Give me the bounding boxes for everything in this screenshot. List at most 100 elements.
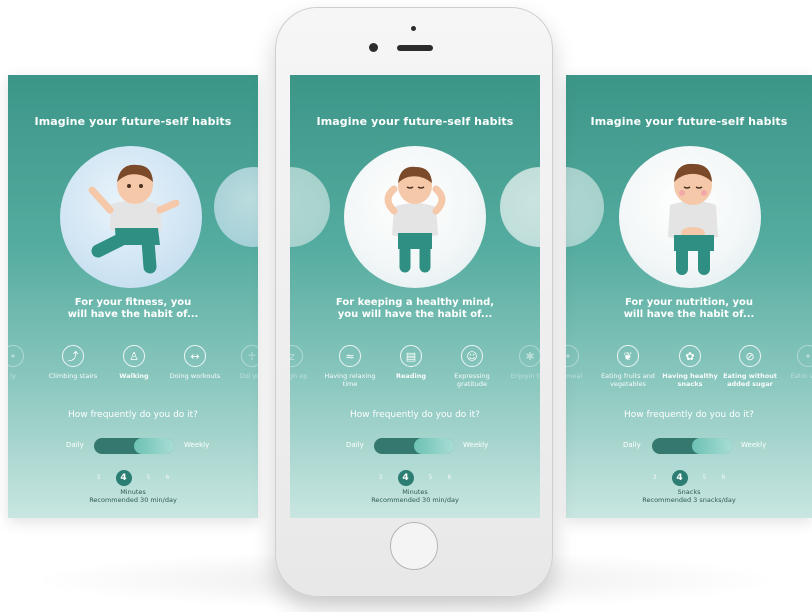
habit-item[interactable]: • ly (8, 345, 43, 380)
unit-block: Minutes Recommended 30 min/day (290, 488, 540, 504)
amount-picker[interactable]: 3 4 5 6 (8, 467, 258, 486)
frequency-question: How frequently do you do it? (624, 410, 754, 420)
stage: Imagine your future-self habits For your… (0, 0, 812, 612)
habit-item[interactable]: ☥ Doi yog (222, 345, 258, 380)
partial-icon: • (8, 345, 24, 367)
toggle-knob[interactable] (692, 438, 732, 454)
frequency-toggle-row: Daily Weekly (290, 438, 540, 454)
amount-selected[interactable]: 4 (115, 469, 132, 486)
subtitle-line-1: For your fitness, you (74, 297, 192, 308)
screen-subtitle: For your fitness, you will have the habi… (8, 297, 258, 321)
fruit-icon: ❦ (617, 345, 639, 367)
frequency-toggle-row: Daily Weekly (8, 438, 258, 454)
avatar-circle-next[interactable] (214, 167, 258, 247)
daily-label: Daily (623, 441, 641, 449)
frequency-toggle-row: Daily Weekly (566, 438, 812, 454)
screen-title: Imagine your future-self habits (316, 115, 514, 128)
amount-selected[interactable]: 4 (397, 469, 414, 486)
frequency-question: How frequently do you do it? (68, 410, 198, 420)
amount-option[interactable]: 6 (166, 474, 170, 481)
daily-label: Daily (346, 441, 364, 449)
weekly-label: Weekly (184, 441, 210, 449)
habit-item-selected[interactable]: ▤ Reading (381, 345, 441, 380)
screen-title: Imagine your future-self habits (34, 115, 232, 128)
amount-option[interactable]: 5 (147, 474, 151, 481)
avatar-illustration-mind (384, 166, 446, 273)
frequency-toggle[interactable] (652, 438, 732, 454)
subtitle-line-1: For keeping a healthy mind, (335, 297, 495, 308)
screen-subtitle: For your nutrition, you will have the ha… (566, 297, 812, 321)
yoga-icon: ☥ (241, 345, 258, 367)
habit-carousel: • g a meal ❦ Eating fruits and vegetable… (566, 345, 812, 405)
frequency-question: How frequently do you do it? (350, 410, 480, 420)
avatar-circle-prev[interactable] (290, 167, 330, 247)
stairs-icon: ⤴ (62, 345, 84, 367)
unit-label: Minutes (120, 488, 146, 496)
amount-option[interactable]: 5 (703, 474, 707, 481)
no-sugar-icon: ⊘ (739, 345, 761, 367)
frequency-toggle[interactable] (94, 438, 174, 454)
avatar-circle-next[interactable] (500, 167, 540, 247)
subtitle-line-1: For your nutrition, you (625, 297, 753, 308)
frequency-toggle[interactable] (374, 438, 454, 454)
veg-icon: • (797, 345, 812, 367)
screen-title: Imagine your future-self habits (590, 115, 788, 128)
screen-fitness: Imagine your future-self habits For your… (8, 75, 258, 518)
habit-item[interactable]: • Eatin vege (778, 345, 812, 380)
habit-item[interactable]: ≈ Having relaxing time (320, 345, 380, 388)
avatar-illustration-fitness (88, 164, 180, 274)
screen-healthy-mind: Imagine your future-self habits For keep… (290, 75, 540, 518)
recommended-text: Recommended 30 min/day (371, 496, 459, 504)
habit-item[interactable]: ✱ Enjoyin thin (500, 345, 540, 380)
walking-icon: ♙ (123, 345, 145, 367)
gratitude-icon: ☺ (461, 345, 483, 367)
amount-picker[interactable]: 3 4 5 6 (566, 467, 812, 486)
meal-icon: • (566, 345, 579, 367)
phone-sensor (411, 26, 416, 31)
relax-icon: ≈ (339, 345, 361, 367)
avatar-circle-prev[interactable] (566, 167, 604, 247)
amount-selected[interactable]: 4 (671, 469, 688, 486)
amount-option[interactable]: 3 (97, 474, 101, 481)
enjoy-icon: ✱ (519, 345, 540, 367)
recommended-text: Recommended 30 min/day (89, 496, 177, 504)
weekly-label: Weekly (463, 441, 489, 449)
unit-label: Snacks (677, 488, 701, 496)
weekly-label: Weekly (741, 441, 767, 449)
camera-icon (369, 43, 378, 52)
amount-option[interactable]: 3 (379, 474, 383, 481)
toggle-knob[interactable] (414, 438, 454, 454)
habit-item[interactable]: ❦ Eating fruits and vegetables (598, 345, 658, 388)
unit-block: Minutes Recommended 30 min/day (8, 488, 258, 504)
subtitle-line-2: you will have the habit of... (337, 309, 493, 320)
unit-label: Minutes (402, 488, 428, 496)
amount-option[interactable]: 3 (653, 474, 657, 481)
amount-option[interactable]: 6 (722, 474, 726, 481)
recommended-text: Recommended 3 snacks/day (642, 496, 736, 504)
toggle-knob[interactable] (134, 438, 174, 454)
habit-carousel: z nough ep ≈ Having relaxing time ▤ Read… (290, 345, 540, 405)
amount-option[interactable]: 5 (429, 474, 433, 481)
habit-item[interactable]: ↔ Doing workouts (165, 345, 225, 380)
habit-item[interactable]: ⊘ Eating without added sugar (720, 345, 780, 388)
habit-item-selected[interactable]: ♙ Walking (104, 345, 164, 380)
subtitle-line-2: will have the habit of... (67, 309, 199, 320)
home-button[interactable] (390, 522, 438, 570)
subtitle-line-2: will have the habit of... (623, 309, 755, 320)
screen-nutrition: Imagine your future-self habits For your… (566, 75, 812, 518)
screen-subtitle: For keeping a healthy mind, you will hav… (290, 297, 540, 321)
habit-item-selected[interactable]: ✿ Having healthy snacks (660, 345, 720, 388)
amount-picker[interactable]: 3 4 5 6 (290, 467, 540, 486)
habit-item[interactable]: • g a meal (566, 345, 598, 380)
sleep-icon: z (290, 345, 303, 367)
avatar-illustration-nutrition (668, 163, 718, 275)
habit-carousel: • ly ⤴ Climbing stairs ♙ Walking ↔ Doing… (8, 345, 258, 405)
daily-label: Daily (66, 441, 84, 449)
unit-block: Snacks Recommended 3 snacks/day (566, 488, 812, 504)
habit-item[interactable]: ☺ Expressing gratitude (442, 345, 502, 388)
speaker-grille (397, 45, 433, 51)
dumbbell-icon: ↔ (184, 345, 206, 367)
habit-item[interactable]: ⤴ Climbing stairs (43, 345, 103, 380)
amount-option[interactable]: 6 (448, 474, 452, 481)
habit-item[interactable]: z nough ep (290, 345, 322, 380)
